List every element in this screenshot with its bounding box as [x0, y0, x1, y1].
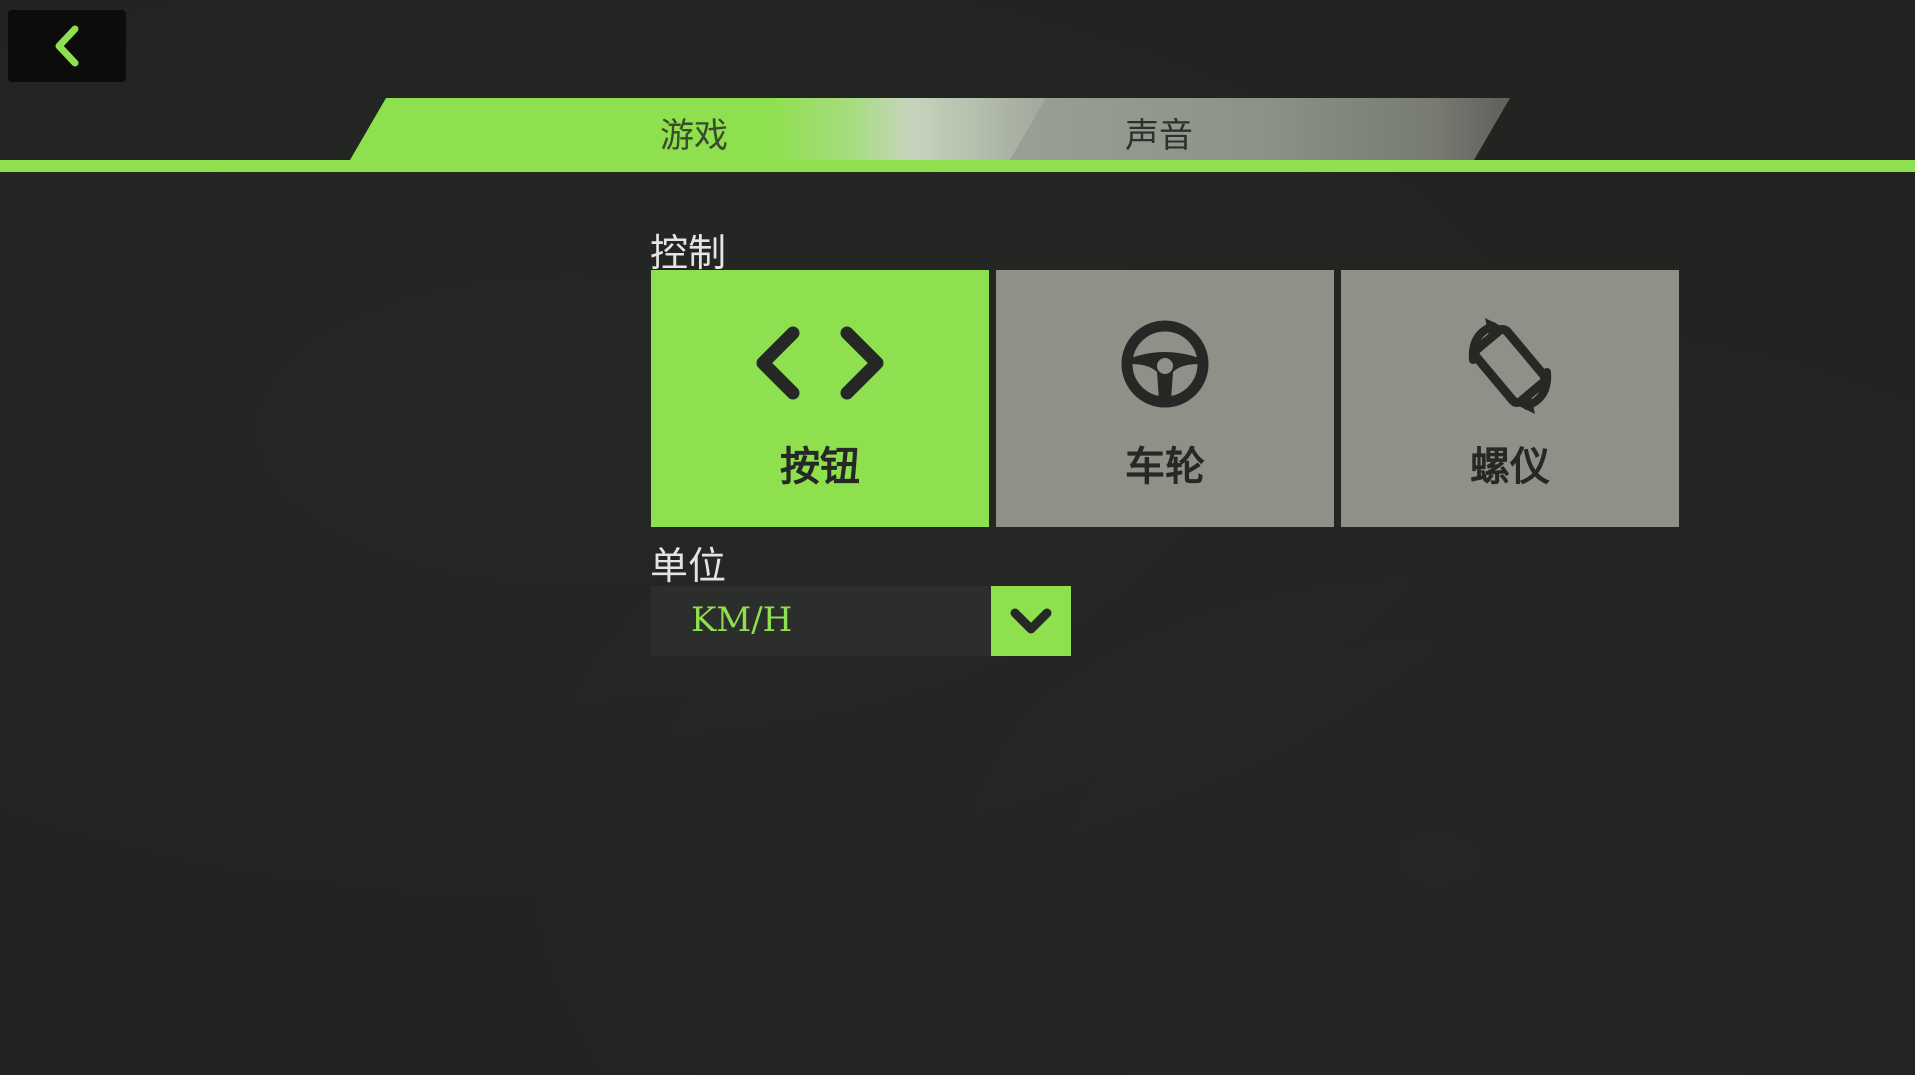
control-option-buttons[interactable]: 按钮 [651, 270, 989, 527]
control-option-wheel[interactable]: 车轮 [996, 270, 1334, 527]
tab-sound[interactable]: 声音 [1010, 98, 1510, 160]
tab-game[interactable]: 游戏 [350, 98, 1050, 160]
chevron-down-icon [1010, 608, 1052, 634]
unit-dropdown-toggle[interactable] [991, 586, 1071, 656]
unit-section-label: 单位 [650, 544, 727, 588]
chevron-left-icon [55, 25, 79, 67]
settings-screen: 游戏 声音 控制 按钮 车轮 螺仪 单位 KM/H [0, 0, 1915, 1075]
control-option-buttons-label: 按钮 [780, 444, 860, 490]
control-option-gyro-label: 螺仪 [1470, 444, 1550, 490]
unit-dropdown-value: KM/H [691, 600, 793, 640]
control-option-wheel-label: 车轮 [1125, 444, 1205, 490]
steering-wheel-icon [1090, 314, 1240, 414]
control-section-label: 控制 [650, 231, 727, 275]
tab-bar: 游戏 声音 [0, 98, 1915, 173]
tab-underline [0, 160, 1915, 172]
back-button[interactable] [8, 10, 126, 82]
rotate-device-icon [1435, 314, 1585, 414]
tab-game-label: 游戏 [660, 116, 728, 156]
unit-dropdown[interactable]: KM/H [651, 586, 1071, 656]
tab-sound-label: 声音 [1125, 116, 1193, 156]
control-option-gyro[interactable]: 螺仪 [1341, 270, 1679, 527]
left-right-arrows-icon [745, 314, 895, 414]
